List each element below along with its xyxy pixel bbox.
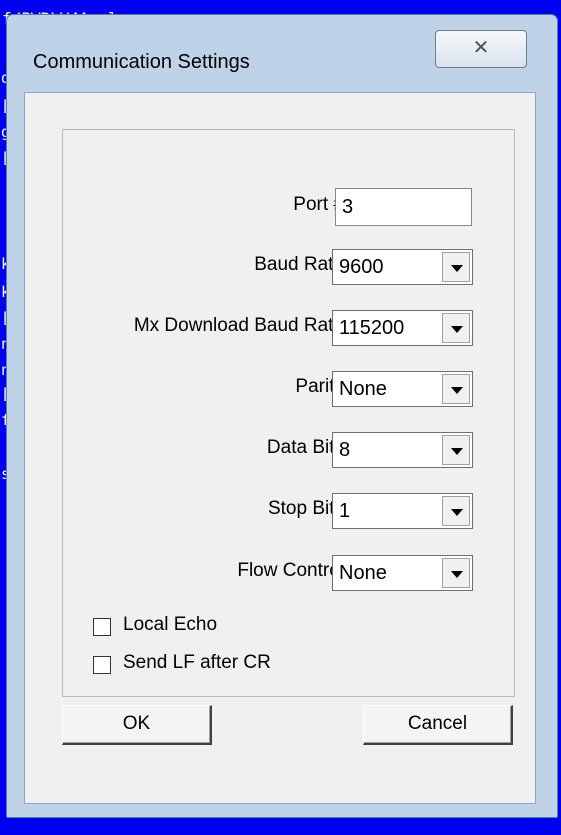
flow-control-value: None bbox=[339, 562, 387, 584]
chevron-down-icon[interactable] bbox=[442, 558, 470, 588]
ok-button[interactable]: OK bbox=[62, 705, 212, 745]
local-echo-checkbox[interactable] bbox=[93, 618, 111, 636]
close-icon: ✕ bbox=[472, 37, 490, 59]
data-bits-value: 8 bbox=[339, 439, 351, 461]
mx-download-baud-rate-select[interactable]: 115200 bbox=[332, 310, 473, 346]
port-input[interactable] bbox=[335, 188, 472, 226]
chevron-down-icon[interactable] bbox=[442, 496, 470, 526]
chevron-down-icon[interactable] bbox=[442, 252, 470, 282]
flow-control-label: Flow Control bbox=[237, 560, 344, 581]
send-lf-checkbox[interactable] bbox=[93, 656, 111, 674]
data-bits-select[interactable]: 8 bbox=[332, 432, 473, 468]
chevron-down-icon[interactable] bbox=[442, 374, 470, 404]
dialog-title: Communication Settings bbox=[33, 51, 250, 73]
mx-download-baud-rate-label: Mx Download Baud Rate bbox=[133, 315, 344, 336]
stop-bits-value: 1 bbox=[339, 500, 351, 522]
baud-rate-select[interactable]: 9600 bbox=[332, 249, 473, 285]
send-lf-label: Send LF after CR bbox=[123, 652, 271, 673]
stop-bits-select[interactable]: 1 bbox=[332, 493, 473, 529]
mx-download-baud-rate-value: 115200 bbox=[339, 317, 405, 339]
parity-select[interactable]: None bbox=[332, 371, 473, 407]
baud-rate-label: Baud Rate bbox=[254, 254, 344, 275]
cancel-button[interactable]: Cancel bbox=[363, 705, 513, 745]
dialog-client-area: Port # Baud Rate 9600 Mx Download Baud R… bbox=[24, 92, 536, 804]
chevron-down-icon[interactable] bbox=[442, 313, 470, 343]
close-button[interactable]: ✕ bbox=[435, 30, 527, 68]
flow-control-select[interactable]: None bbox=[332, 555, 473, 591]
settings-group-box: Port # Baud Rate 9600 Mx Download Baud R… bbox=[62, 129, 515, 697]
baud-rate-value: 9600 bbox=[339, 256, 384, 278]
parity-value: None bbox=[339, 378, 387, 400]
chevron-down-icon[interactable] bbox=[442, 435, 470, 465]
local-echo-label: Local Echo bbox=[123, 614, 218, 635]
